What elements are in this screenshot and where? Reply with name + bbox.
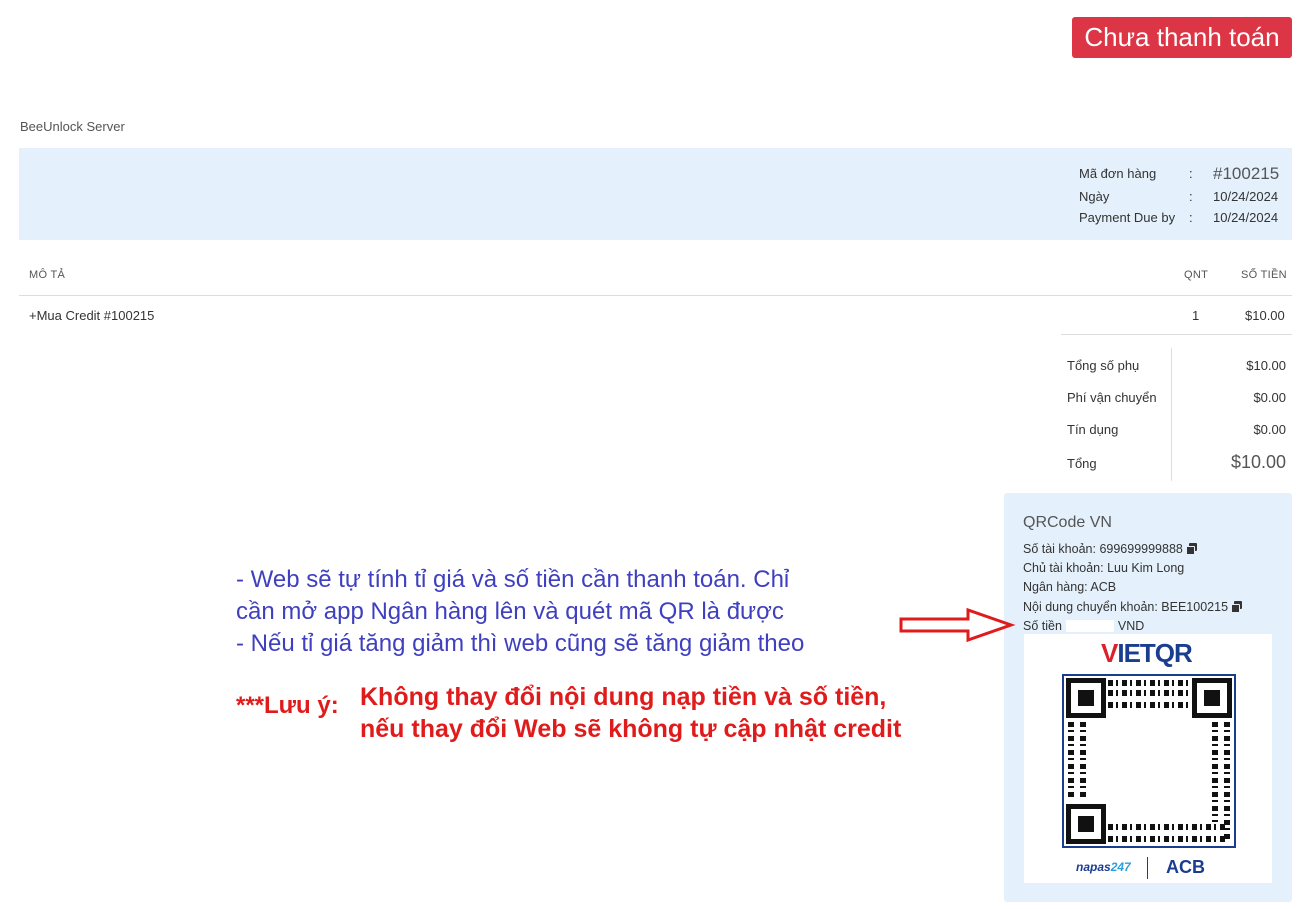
- order-id-label: Mã đơn hàng: [1079, 166, 1157, 181]
- copy-icon[interactable]: [1231, 601, 1243, 613]
- credit-label: Tín dụng: [1067, 422, 1119, 437]
- account-holder: Chủ tài khoản: Luu Kim Long: [1023, 561, 1185, 575]
- item-amount: $10.00: [1245, 308, 1285, 323]
- column-header-quantity: QNT: [1184, 269, 1209, 281]
- column-header-description: MÔ TẢ: [29, 269, 66, 281]
- credit-value: $0.00: [1253, 422, 1286, 437]
- acb-logo: ACB: [1166, 857, 1205, 877]
- transfer-content-text: Nội dung chuyển khoản: BEE100215: [1023, 600, 1229, 614]
- note-line-1: - Web sẽ tự tính tỉ giá và số tiền cần t…: [236, 566, 790, 593]
- order-id-value: #100215: [1213, 164, 1280, 183]
- bank-name: Ngân hàng: ACB: [1023, 580, 1117, 594]
- warning-prefix: ***Lưu ý:: [236, 692, 339, 719]
- arrow-right-icon: [899, 607, 1016, 643]
- transfer-content-row: Nội dung chuyển khoản: BEE100215: [1023, 600, 1243, 614]
- subtotal-value: $10.00: [1246, 358, 1286, 373]
- qr-code-image: [1062, 674, 1236, 848]
- due-value: 10/24/2024: [1213, 210, 1279, 225]
- due-label: Payment Due by: [1079, 210, 1176, 225]
- logo-divider: [1147, 857, 1148, 879]
- item-quantity: 1: [1192, 308, 1200, 323]
- account-number-row: Số tài khoản: 699699999888: [1023, 542, 1197, 556]
- warning-line-1: Không thay đổi nội dung nạp tiền và số t…: [360, 683, 887, 711]
- vietqr-logo: VIETQR: [1101, 638, 1193, 668]
- item-description: +Mua Credit #100215: [29, 308, 155, 323]
- separator: :: [1189, 210, 1193, 225]
- copy-icon[interactable]: [1185, 543, 1197, 555]
- qr-finder-pattern: [1066, 804, 1106, 844]
- total-label: Tổng: [1067, 456, 1097, 471]
- total-value: $10.00: [1230, 452, 1286, 472]
- date-value: 10/24/2024: [1213, 189, 1279, 204]
- company-name: BeeUnlock Server: [20, 119, 125, 134]
- note-line-2: cần mở app Ngân hàng lên và quét mã QR l…: [236, 598, 784, 625]
- amount-label: Số tiền: [1023, 619, 1062, 633]
- note-line-3: - Nếu tỉ giá tăng giảm thì web cũng sẽ t…: [236, 630, 805, 657]
- totals-divider: [1061, 334, 1292, 335]
- separator: :: [1189, 189, 1193, 204]
- status-badge: Chưa thanh toán: [1072, 17, 1292, 58]
- qr-panel-title: QRCode VN: [1023, 514, 1112, 531]
- napas-logo: napas247: [1076, 860, 1131, 874]
- account-number-text: Số tài khoản: 699699999888: [1023, 542, 1183, 556]
- separator: :: [1189, 166, 1193, 181]
- column-header-amount: SỐ TIỀN: [1241, 269, 1287, 281]
- shipping-value: $0.00: [1253, 390, 1286, 405]
- qr-finder-pattern: [1192, 678, 1232, 718]
- warning-line-2: nếu thay đổi Web sẽ không tự cập nhật cr…: [360, 715, 902, 743]
- date-label: Ngày: [1079, 189, 1110, 204]
- table-divider: [19, 295, 1292, 296]
- subtotal-label: Tổng số phụ: [1067, 358, 1140, 373]
- shipping-label: Phí vận chuyển: [1067, 390, 1157, 405]
- qr-finder-pattern: [1066, 678, 1106, 718]
- amount-currency: VND: [1117, 619, 1145, 633]
- amount-value-box: [1065, 620, 1114, 632]
- amount-row: Số tiền VND: [1023, 619, 1144, 633]
